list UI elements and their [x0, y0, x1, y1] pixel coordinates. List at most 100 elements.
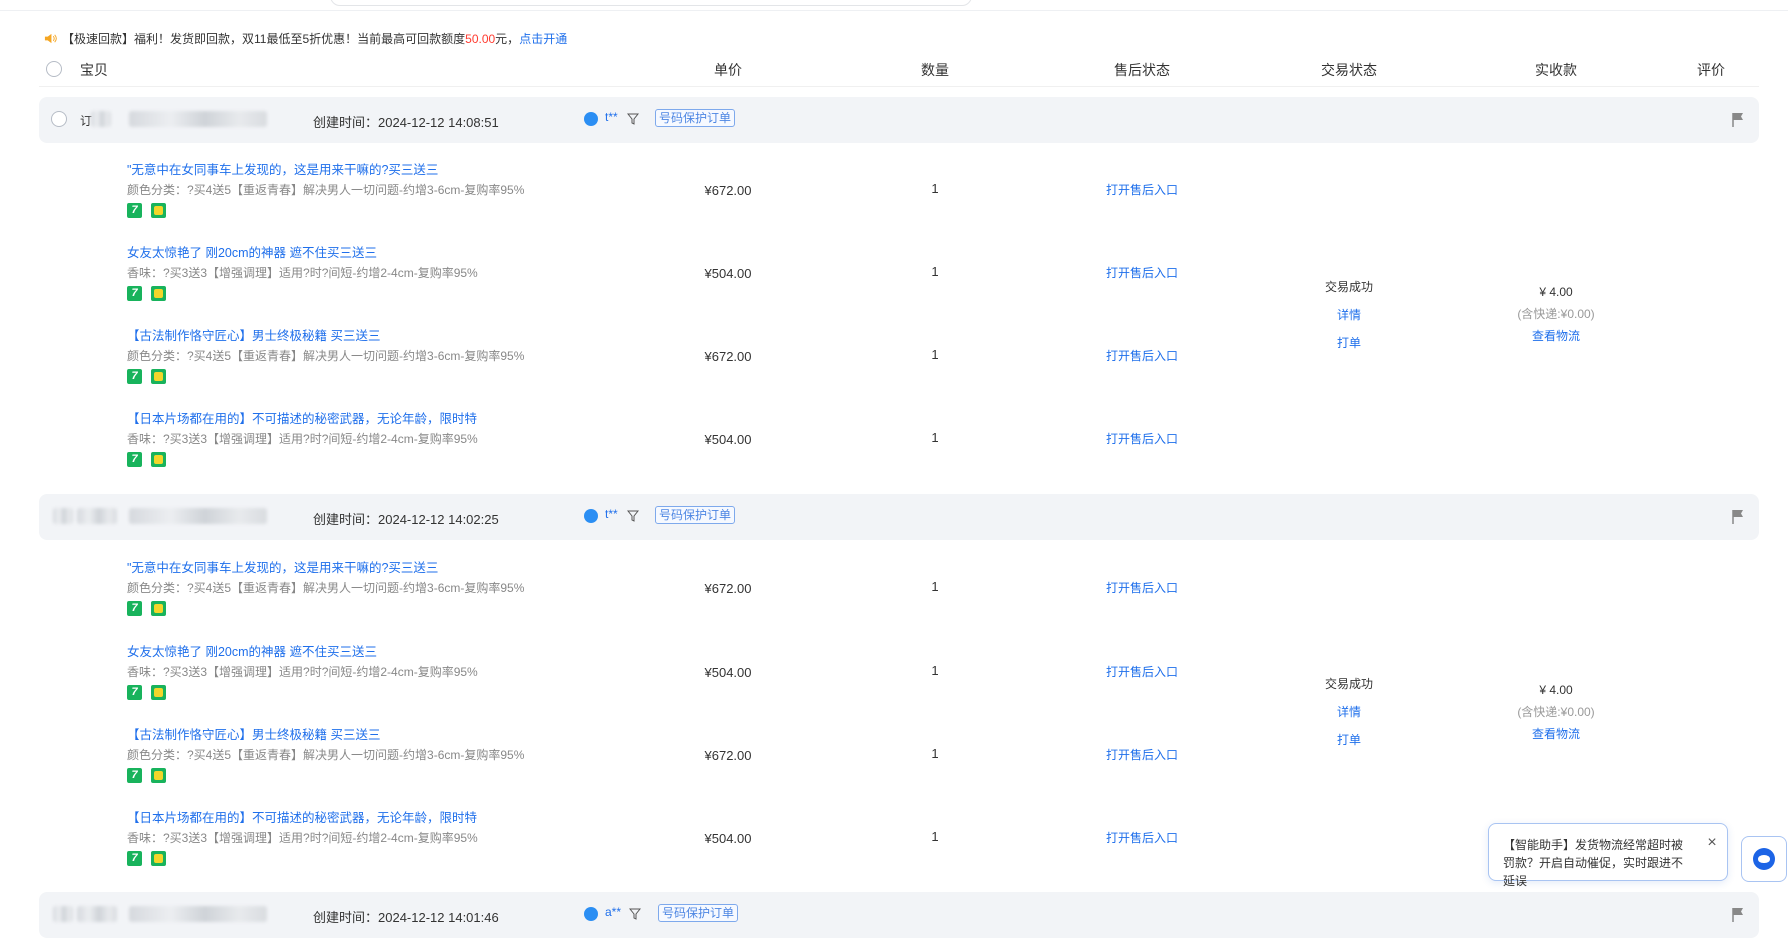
item-title[interactable]: "无意中在女同事车上发现的，这是用来干嘛的?买三送三 [127, 557, 438, 576]
view-logistics-link[interactable]: 查看物流 [1486, 723, 1626, 745]
item-qty: 1 [931, 181, 939, 196]
seven-day-return-icon: 7 [127, 851, 142, 866]
order-checkbox[interactable] [51, 111, 67, 127]
select-all-checkbox[interactable] [46, 61, 62, 77]
order-id-redacted [77, 906, 117, 922]
close-icon[interactable]: × [1705, 835, 1719, 851]
guarantee-icon [151, 203, 166, 218]
after-sales-link[interactable]: 打开售后入口 [1106, 430, 1178, 447]
item-qty: 1 [931, 264, 939, 279]
search-bar[interactable] [330, 0, 972, 6]
item-spec: 香味：?买3送3【增强调理】适用?时?间短-约增2-4cm-复购率95% [127, 266, 478, 280]
number-protection-badge: 号码保护订单 [658, 904, 739, 922]
number-protection-badge: 号码保护订单 [655, 506, 736, 524]
buyer-name[interactable]: t** [605, 507, 618, 521]
buyer-name[interactable]: t** [605, 110, 618, 124]
item-title[interactable]: 女友太惊艳了 刚20cm的神器 遮不住买三送三 [127, 242, 377, 261]
order-id-redacted [129, 906, 267, 922]
item-price: ¥672.00 [704, 581, 752, 596]
assistant-text: 【智能助手】发货物流经常超时被罚款？开启自动催促，实时跟进不延误 [1503, 838, 1684, 888]
item-spec: 香味：?买3送3【增强调理】适用?时?间短-约增2-4cm-复购率95% [127, 831, 478, 845]
after-sales-link[interactable]: 打开售后入口 [1106, 347, 1178, 364]
trade-status-cell: 交易成功 详情 打单 [1289, 273, 1409, 357]
notice-unit: 元， [495, 32, 520, 46]
notice-text: 【极速回款】福利！发货即回款，双11最低至5折优惠！当前最高可回款额度 [62, 32, 466, 46]
paid-amount: ¥ 4.00 [1539, 683, 1573, 697]
trade-status-cell: 交易成功 详情 打单 [1289, 670, 1409, 754]
buyer-icon [584, 509, 598, 523]
seven-day-return-icon: 7 [127, 685, 142, 700]
after-sales-link[interactable]: 打开售后入口 [1106, 264, 1178, 281]
order-id-redacted [53, 906, 73, 922]
paid-cell: ¥ 4.00 (含快递:¥0.00) 查看物流 [1486, 281, 1626, 347]
print-label-link[interactable]: 打单 [1289, 329, 1409, 357]
order-id-redacted [129, 508, 267, 524]
after-sales-link[interactable]: 打开售后入口 [1106, 746, 1178, 763]
col-trade-status: 交易状态 [1321, 62, 1377, 78]
seven-day-return-icon: 7 [127, 601, 142, 616]
assistant-robot-button[interactable] [1741, 836, 1787, 882]
seven-day-return-icon: 7 [127, 203, 142, 218]
item-title[interactable]: "无意中在女同事车上发现的，这是用来干嘛的?买三送三 [127, 159, 438, 178]
item-spec: 颜色分类：?买4送5【重返青春】解决男人一切问题-约增3-6cm-复购率95% [127, 581, 525, 595]
after-sales-link[interactable]: 打开售后入口 [1106, 663, 1178, 680]
guarantee-icon [151, 601, 166, 616]
filter-icon[interactable] [627, 510, 639, 522]
item-price: ¥672.00 [704, 349, 752, 364]
order-created-time: 创建时间：2024-12-12 14:08:51 [313, 115, 499, 130]
item-title[interactable]: 【古法制作恪守匠心】男士终极秘籍 买三送三 [127, 724, 380, 743]
detail-link[interactable]: 详情 [1289, 698, 1409, 726]
table-header [39, 52, 1759, 87]
item-price: ¥504.00 [704, 665, 752, 680]
order-id-redacted [91, 111, 111, 127]
trade-status: 交易成功 [1324, 280, 1373, 294]
smart-assistant-popup[interactable]: 【智能助手】发货物流经常超时被罚款？开启自动催促，实时跟进不延误 × [1488, 823, 1728, 888]
after-sales-link[interactable]: 打开售后入口 [1106, 579, 1178, 596]
guarantee-icon [151, 851, 166, 866]
order-header: 创建时间：2024-12-12 14:02:25 t** 号码保护订单 [39, 494, 1759, 540]
col-review: 评价 [1697, 62, 1725, 78]
item-qty: 1 [931, 829, 939, 844]
print-label-link[interactable]: 打单 [1289, 726, 1409, 754]
flag-icon[interactable] [1731, 907, 1745, 922]
view-logistics-link[interactable]: 查看物流 [1486, 325, 1626, 347]
flag-icon[interactable] [1731, 509, 1745, 524]
item-title[interactable]: 女友太惊艳了 刚20cm的神器 遮不住买三送三 [127, 641, 377, 660]
item-price: ¥504.00 [704, 266, 752, 281]
filter-icon[interactable] [629, 908, 641, 920]
col-qty: 数量 [921, 62, 949, 78]
after-sales-link[interactable]: 打开售后入口 [1106, 181, 1178, 198]
guarantee-icon [151, 685, 166, 700]
item-title[interactable]: 【日本片场都在用的】不可描述的秘密武器，无论年龄，限时特 [127, 408, 477, 427]
list-item: "无意中在女同事车上发现的，这是用来干嘛的?买三送三 颜色分类：?买4送5【重返… [0, 157, 1788, 241]
list-item: 【日本片场都在用的】不可描述的秘密武器，无论年龄，限时特 香味：?买3送3【增强… [0, 406, 1788, 490]
order-created-time: 创建时间：2024-12-12 14:01:46 [313, 910, 499, 925]
seven-day-return-icon: 7 [127, 286, 142, 301]
notice-amount: 50.00 [465, 31, 496, 46]
shipping-fee: (含快递:¥0.00) [1517, 705, 1595, 719]
seven-day-return-icon: 7 [127, 452, 142, 467]
notice-open-link[interactable]: 点击开通 [519, 30, 567, 47]
trade-status: 交易成功 [1324, 677, 1373, 691]
flag-icon[interactable] [1731, 112, 1745, 127]
seven-day-return-icon: 7 [127, 369, 142, 384]
detail-link[interactable]: 详情 [1289, 301, 1409, 329]
item-qty: 1 [931, 347, 939, 362]
item-qty: 1 [931, 663, 939, 678]
order-id-redacted [77, 508, 117, 524]
order-created-time: 创建时间：2024-12-12 14:02:25 [313, 512, 499, 527]
promo-notice: 【极速回款】福利！发货即回款，双11最低至5折优惠！当前最高可回款额度 50.00… [44, 30, 567, 47]
after-sales-link[interactable]: 打开售后入口 [1106, 829, 1178, 846]
item-title[interactable]: 【古法制作恪守匠心】男士终极秘籍 买三送三 [127, 325, 380, 344]
item-spec: 颜色分类：?买4送5【重返青春】解决男人一切问题-约增3-6cm-复购率95% [127, 183, 525, 197]
item-price: ¥672.00 [704, 748, 752, 763]
guarantee-icon [151, 452, 166, 467]
filter-icon[interactable] [627, 113, 639, 125]
item-qty: 1 [931, 430, 939, 445]
col-paid: 实收款 [1535, 62, 1577, 78]
buyer-name[interactable]: a** [605, 905, 621, 919]
item-spec: 颜色分类：?买4送5【重返青春】解决男人一切问题-约增3-6cm-复购率95% [127, 748, 525, 762]
item-title[interactable]: 【日本片场都在用的】不可描述的秘密武器，无论年龄，限时特 [127, 807, 477, 826]
col-after-sales: 售后状态 [1114, 62, 1170, 78]
item-price: ¥672.00 [704, 183, 752, 198]
